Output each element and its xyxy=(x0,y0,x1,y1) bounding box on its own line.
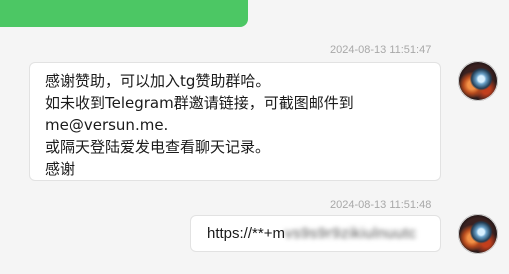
user-avatar[interactable] xyxy=(458,61,498,101)
link-message-bubble[interactable]: https://**+mvs9s9r9zikiulnuutc xyxy=(190,215,441,252)
message-link[interactable]: https://**+mvs9s9r9zikiulnuutc xyxy=(207,223,424,245)
message-bubble[interactable]: 感谢赞助，可以加入tg赞助群哈。 如未收到Telegram群邀请链接，可截图邮件… xyxy=(29,62,441,181)
link-visible-text: https://**+m xyxy=(207,225,285,242)
message-timestamp: 2024-08-13 11:51:48 xyxy=(330,199,432,211)
link-obscured-text: vs9s9r9zikiulnuutc xyxy=(284,225,417,242)
user-avatar[interactable] xyxy=(458,214,498,254)
message-text: 感谢赞助，可以加入tg赞助群哈。 如未收到Telegram群邀请链接，可截图邮件… xyxy=(45,72,354,178)
message-timestamp: 2024-08-13 11:51:47 xyxy=(330,44,432,56)
previous-message-bubble[interactable] xyxy=(0,0,248,27)
